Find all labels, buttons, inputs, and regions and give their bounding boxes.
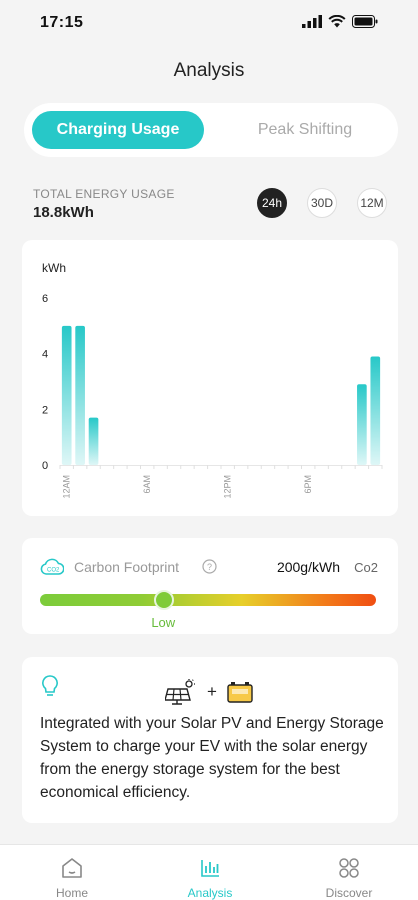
lightbulb-icon xyxy=(42,675,58,696)
chart-bar xyxy=(75,325,85,465)
status-icons xyxy=(302,15,378,28)
svg-text:?: ? xyxy=(207,562,212,572)
total-energy-value: 18.8kWh xyxy=(33,204,94,221)
tab-switcher: Charging Usage Peak Shifting xyxy=(24,103,398,157)
y-tick-label: 6 xyxy=(42,293,48,305)
carbon-level-bar xyxy=(40,594,376,606)
svg-text:CO2: CO2 xyxy=(47,568,60,574)
solar-info-text: Integrated with your Solar PV and Energy… xyxy=(40,715,384,801)
bottom-navigation: Home Analysis Discover xyxy=(0,844,418,900)
y-tick-label: 4 xyxy=(42,349,48,361)
x-tick-label: 12PM xyxy=(223,475,233,499)
y-tick-label: 0 xyxy=(42,460,48,472)
solar-storage-illustration: + xyxy=(165,679,253,705)
nav-home[interactable]: Home xyxy=(12,857,132,900)
y-tick-label: 2 xyxy=(42,404,48,416)
solar-panel-icon xyxy=(165,679,195,705)
bar-chart-icon xyxy=(201,860,219,877)
nav-analysis-label: Analysis xyxy=(187,886,233,900)
nav-discover[interactable]: Discover xyxy=(289,857,409,900)
home-icon xyxy=(62,858,82,878)
range-12m-button[interactable]: 12M xyxy=(357,188,387,218)
status-time: 17:15 xyxy=(40,14,84,31)
x-tick-label: 12AM xyxy=(62,475,72,499)
storage-battery-icon xyxy=(227,682,253,703)
chart-bar xyxy=(370,356,381,465)
solar-info-card: + Integrated with your Solar PV and Ener… xyxy=(22,657,398,823)
signal-icon xyxy=(302,15,322,28)
chart-bar xyxy=(61,325,72,465)
chart-bar xyxy=(357,384,367,465)
carbon-footprint-label: Carbon Footprint xyxy=(74,559,180,575)
nav-analysis[interactable]: Analysis xyxy=(150,857,270,900)
y-axis-label: kWh xyxy=(42,261,66,275)
carbon-footprint-value: 200g/kWh xyxy=(276,559,340,575)
carbon-unit: Co2 xyxy=(354,560,378,575)
carbon-footprint-card: CO2 Carbon Footprint ? 200g/kWh Co2 Low xyxy=(22,538,398,634)
plus-sign: + xyxy=(207,682,217,701)
battery-icon xyxy=(352,15,378,28)
range-24h-button[interactable]: 24h xyxy=(257,188,287,218)
total-energy-label: TOTAL ENERGY USAGE xyxy=(33,187,175,201)
chart-bar xyxy=(88,417,99,465)
tab-charging-usage[interactable]: Charging Usage xyxy=(32,111,204,149)
wifi-icon xyxy=(328,15,346,28)
discover-grid-icon xyxy=(339,858,359,878)
help-icon[interactable]: ? xyxy=(202,559,217,574)
x-tick-label: 6AM xyxy=(142,475,152,494)
status-bar: 17:15 xyxy=(0,0,418,46)
x-tick-label: 6PM xyxy=(303,475,313,494)
nav-home-label: Home xyxy=(55,886,88,900)
range-30d-button[interactable]: 30D xyxy=(307,188,337,218)
page-title: Analysis xyxy=(173,60,245,81)
nav-discover-label: Discover xyxy=(325,886,373,900)
tab-peak-shifting[interactable]: Peak Shifting xyxy=(220,111,390,149)
co2-cloud-icon: CO2 xyxy=(40,558,64,575)
carbon-level-label: Low xyxy=(151,615,176,630)
carbon-level-indicator xyxy=(154,590,175,610)
usage-chart: kWh 6 4 2 0 12AM 6AM 12PM 6PM xyxy=(42,261,383,499)
usage-chart-card: kWh 6 4 2 0 12AM 6AM 12PM 6PM xyxy=(22,240,398,516)
